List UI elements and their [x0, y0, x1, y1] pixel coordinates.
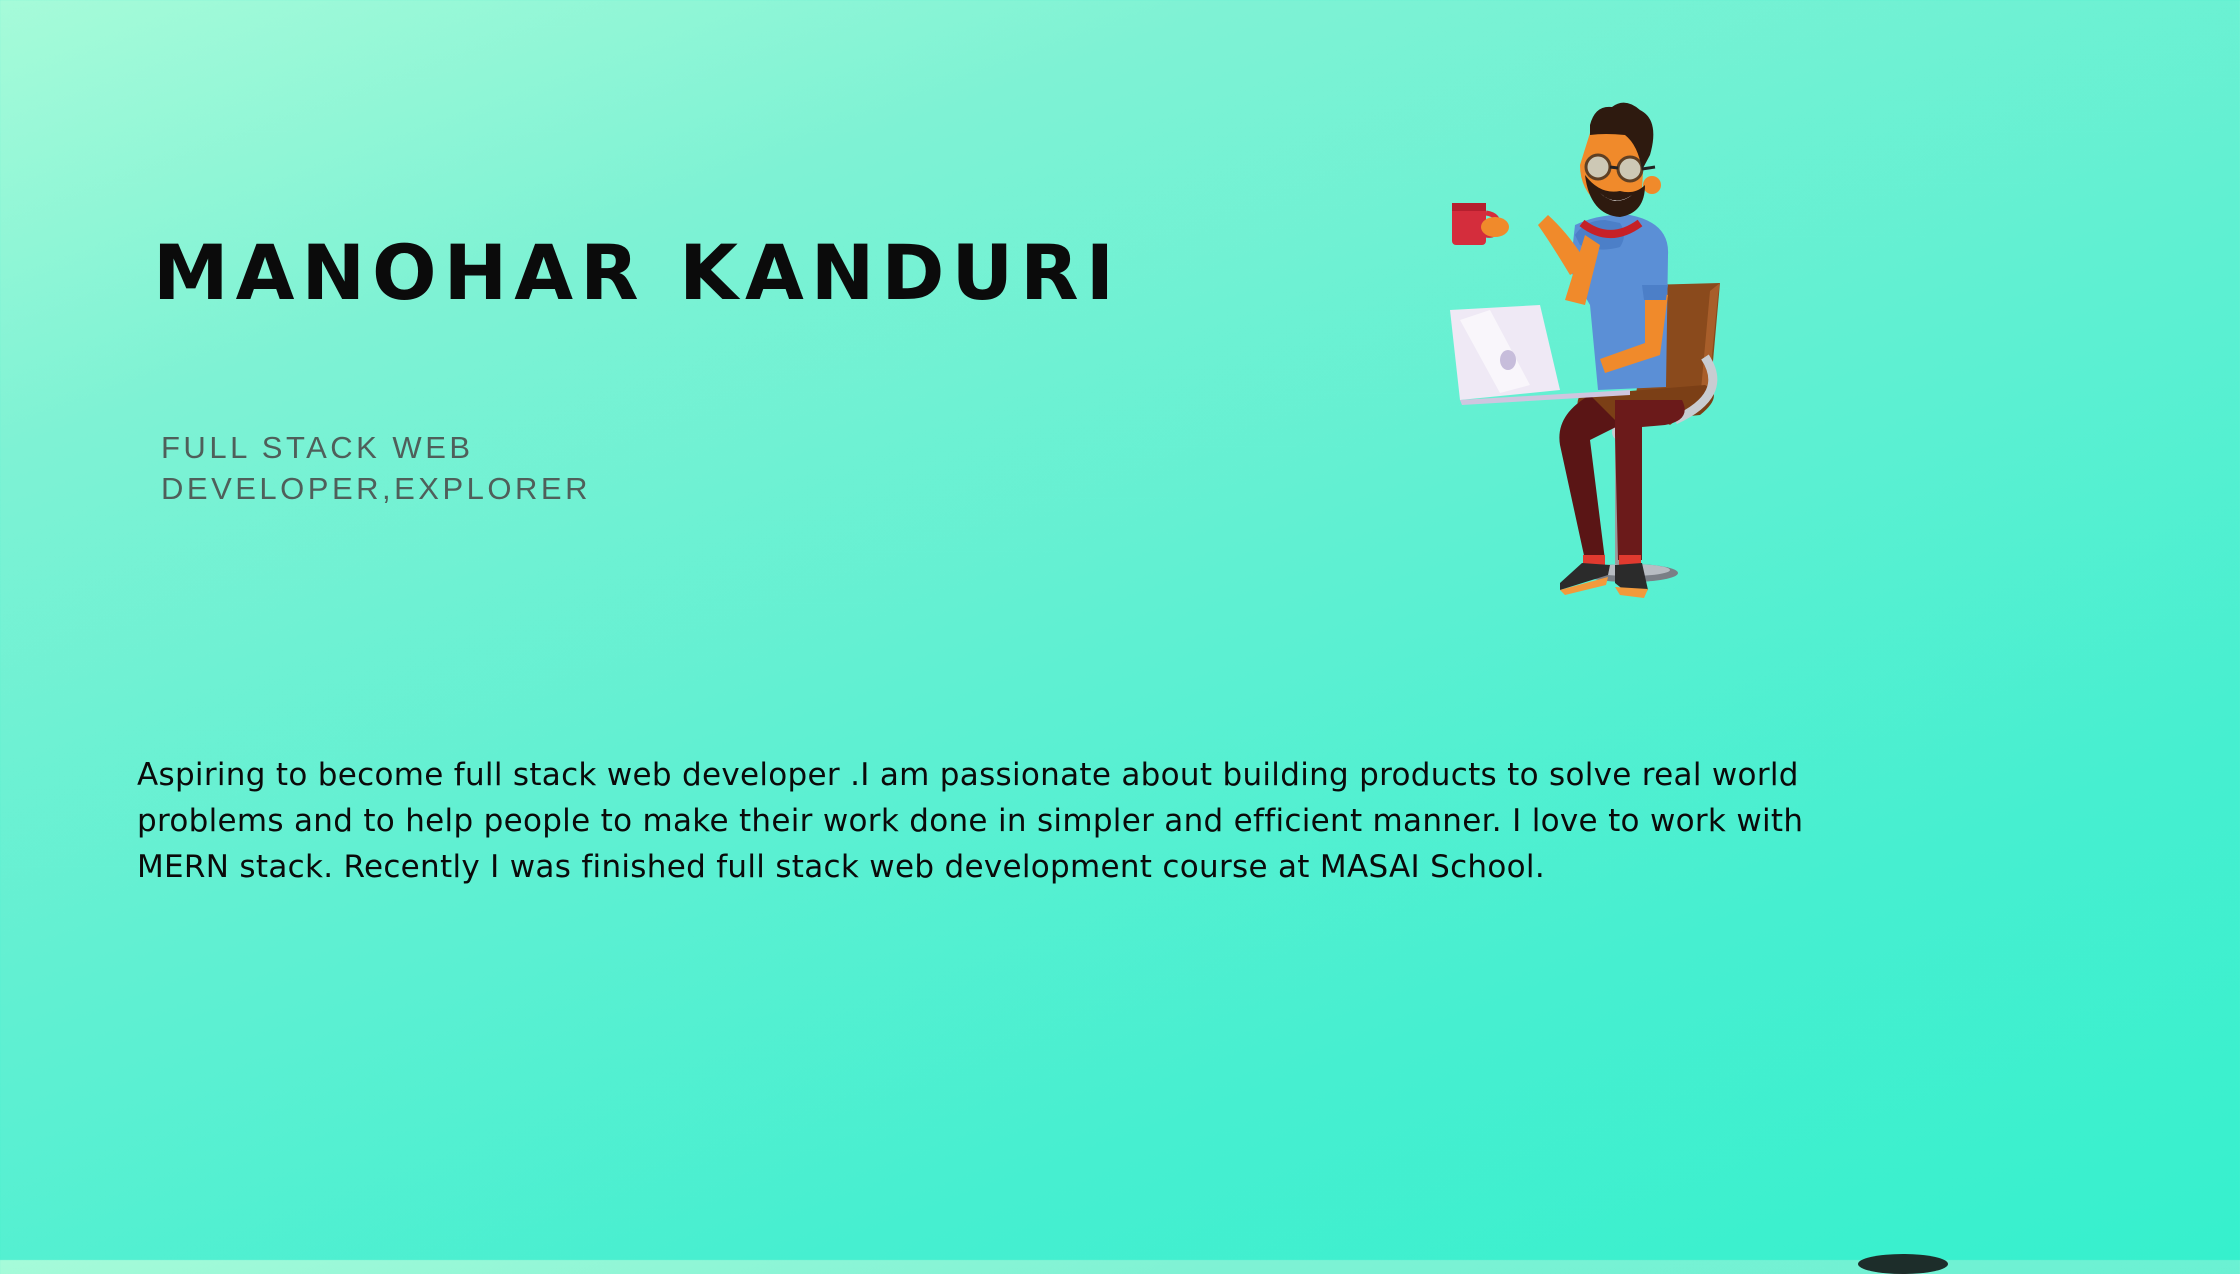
bottom-decoration [1858, 1254, 1948, 1274]
hero-slide: MANOHAR KANDURI FULL STACK WEB DEVELOPER… [0, 0, 2240, 1274]
profile-role: FULL STACK WEB DEVELOPER,EXPLORER [161, 430, 591, 506]
profile-bio: Aspiring to become full stack web develo… [137, 757, 1804, 885]
developer-illustration-icon [1450, 102, 1720, 598]
profile-name: MANOHAR KANDURI [153, 228, 1121, 317]
